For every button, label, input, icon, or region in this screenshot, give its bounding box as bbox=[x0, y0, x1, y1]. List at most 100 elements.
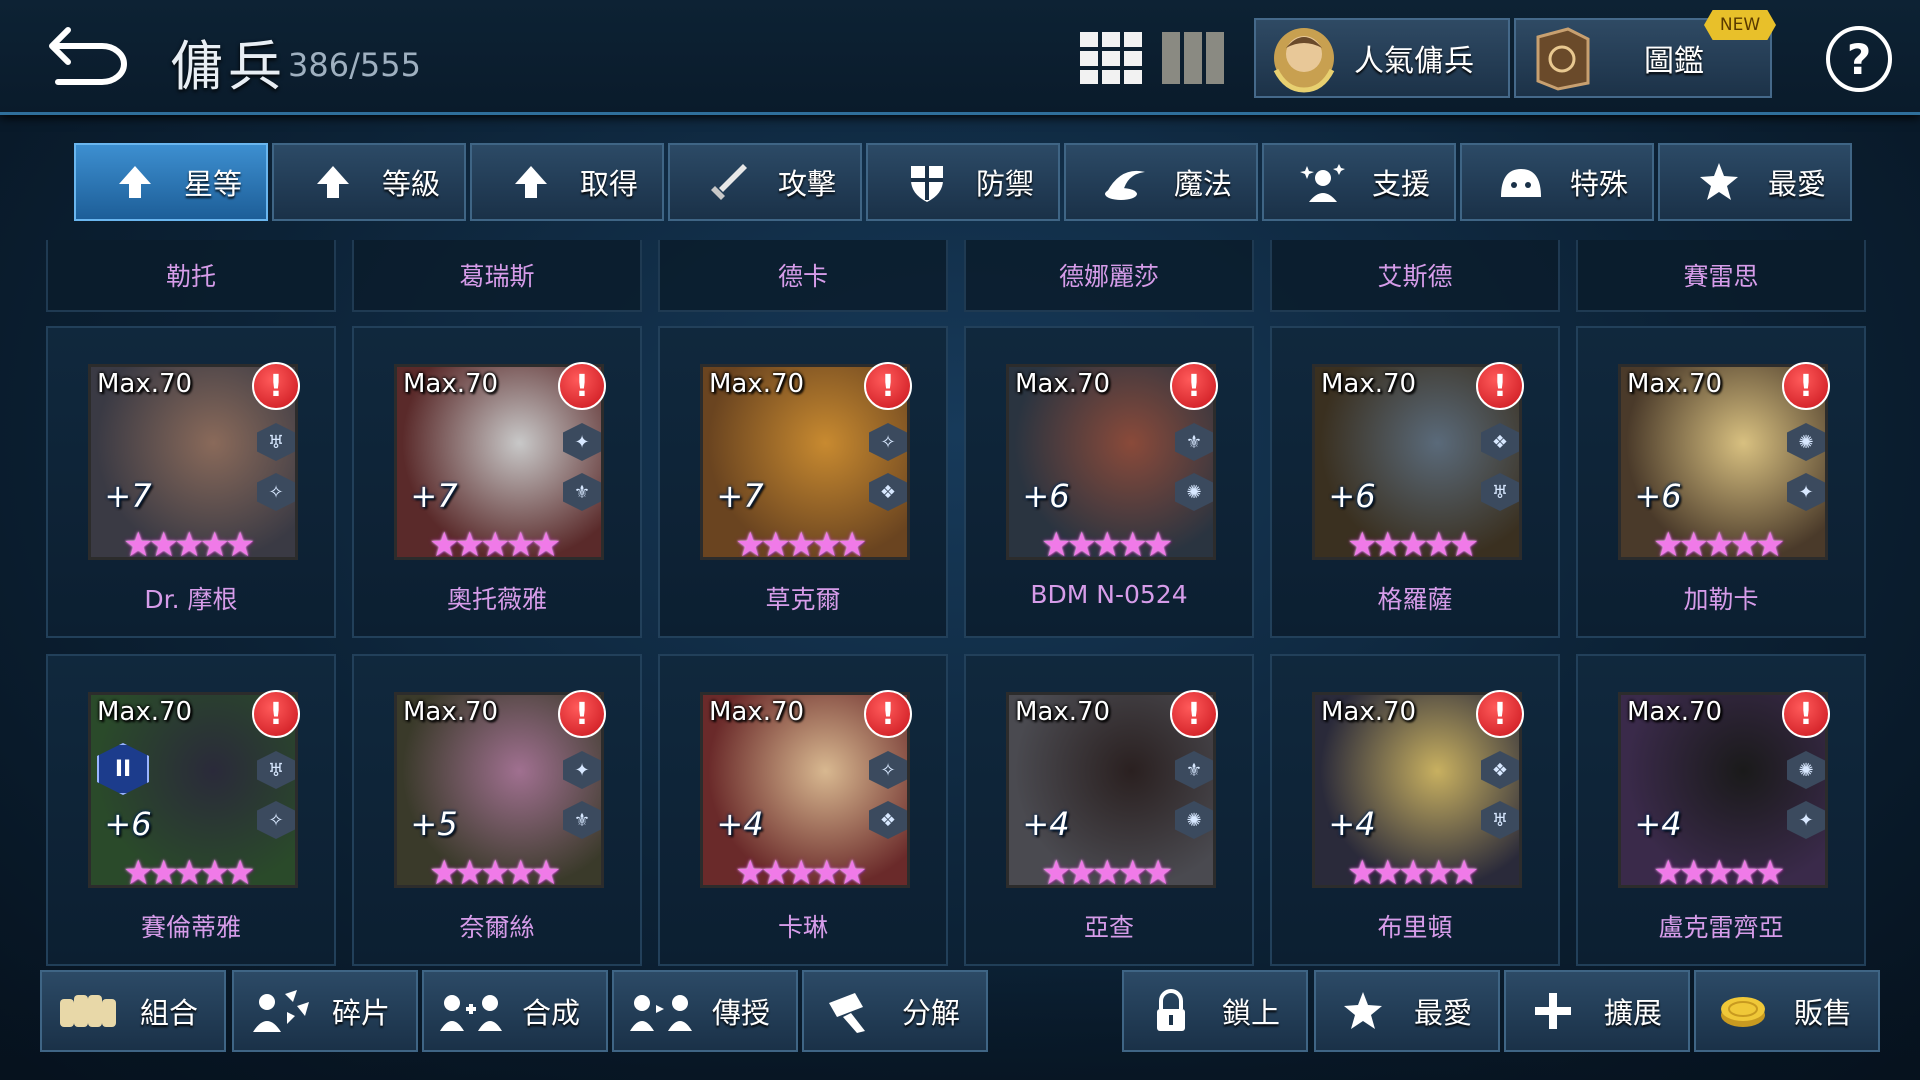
action-button-6[interactable]: 最愛 bbox=[1314, 970, 1500, 1052]
back-icon[interactable] bbox=[46, 20, 132, 90]
max-level-label: Max.70 bbox=[1321, 369, 1417, 399]
star-rating: ★★★★★ bbox=[1653, 853, 1785, 888]
action-button-7[interactable]: 擴展 bbox=[1504, 970, 1690, 1052]
enhance-badge: +5 bbox=[399, 799, 469, 849]
enhance-badge: +6 bbox=[93, 799, 163, 849]
sort-tab-0[interactable]: 星等 bbox=[74, 143, 268, 221]
mercenary-name: 加勒卡 bbox=[1683, 585, 1759, 614]
max-level-label: Max.70 bbox=[1015, 697, 1111, 727]
action-button-label: 鎖上 bbox=[1222, 996, 1281, 1030]
sort-tab-4[interactable]: 防禦 bbox=[866, 143, 1060, 221]
mercenary-card[interactable]: Max.70 ✧ ❖ +7 ★★★★★! 草克爾 bbox=[658, 326, 948, 638]
star-rating: ★★★★★ bbox=[1653, 525, 1785, 560]
help-button[interactable]: ? bbox=[1826, 26, 1892, 92]
star-rating: ★★★★★ bbox=[429, 525, 561, 560]
action-button-4[interactable]: 分解 bbox=[802, 970, 988, 1052]
enhance-badge: +4 bbox=[705, 799, 775, 849]
sort-tab-6[interactable]: 支援 bbox=[1262, 143, 1456, 221]
mercenary-card[interactable]: Max.70 ⚜ ✺ +4 ★★★★★! 亞查 bbox=[964, 654, 1254, 966]
sort-tab-7[interactable]: 特殊 bbox=[1460, 143, 1654, 221]
action-button-3[interactable]: 傳授 bbox=[612, 970, 798, 1052]
enhance-badge: +4 bbox=[1317, 799, 1387, 849]
book-icon bbox=[1536, 27, 1590, 91]
alert-icon: ! bbox=[864, 690, 912, 738]
star-rating: ★★★★★ bbox=[1041, 525, 1173, 560]
partial-card-name[interactable]: 勒托 bbox=[46, 240, 336, 312]
max-level-label: Max.70 bbox=[709, 697, 805, 727]
partial-card-name[interactable]: 艾斯德 bbox=[1270, 240, 1560, 312]
alert-icon: ! bbox=[1476, 690, 1524, 738]
sort-tab-label: 星等 bbox=[184, 167, 243, 201]
mercenary-card[interactable]: Max.70 ❖ ♅ +6 ★★★★★! 格羅薩 bbox=[1270, 326, 1560, 638]
enhance-badge: +6 bbox=[1011, 471, 1081, 521]
mercenary-name: 布里頓 bbox=[1377, 913, 1453, 942]
mercenary-card[interactable]: Max.70 ✺ ✦ +4 ★★★★★! 盧克雷齊亞 bbox=[1576, 654, 1866, 966]
max-level-label: Max.70 bbox=[1627, 369, 1723, 399]
sort-tab-3[interactable]: 攻擊 bbox=[668, 143, 862, 221]
mercenary-card[interactable]: Max.70 ✦ ⚜ +7 ★★★★★! 奧托薇雅 bbox=[352, 326, 642, 638]
mercenary-card[interactable]: Max.70 ✧ ❖ +4 ★★★★★! 卡琳 bbox=[658, 654, 948, 966]
grid-view-icon[interactable] bbox=[1080, 32, 1142, 84]
column-view-icon[interactable] bbox=[1162, 32, 1224, 84]
partial-card-name[interactable]: 德娜麗莎 bbox=[964, 240, 1254, 312]
alert-icon: ! bbox=[864, 362, 912, 410]
star-icon bbox=[1694, 157, 1744, 207]
gold-icon bbox=[1710, 986, 1776, 1036]
star-rating: ★★★★★ bbox=[1347, 853, 1479, 888]
codex-label: 圖鑑 bbox=[1644, 44, 1704, 79]
mercenary-card[interactable]: Max.70 ♅ ✧ +7 ★★★★★! Dr. 摩根 bbox=[46, 326, 336, 638]
partial-card-name[interactable]: 葛瑞斯 bbox=[352, 240, 642, 312]
star-rating: ★★★★★ bbox=[1347, 525, 1479, 560]
action-button-0[interactable]: 組合 bbox=[40, 970, 226, 1052]
action-button-2[interactable]: 合成 bbox=[422, 970, 608, 1052]
sort-tab-8[interactable]: 最愛 bbox=[1658, 143, 1852, 221]
enhance-badge: +7 bbox=[399, 471, 469, 521]
sort-tab-5[interactable]: 魔法 bbox=[1064, 143, 1258, 221]
star-rating: ★★★★★ bbox=[123, 525, 255, 560]
action-button-1[interactable]: 碎片 bbox=[232, 970, 418, 1052]
sort-tab-1[interactable]: 等級 bbox=[272, 143, 466, 221]
enhance-badge: +4 bbox=[1623, 799, 1693, 849]
mercenary-name: 盧克雷齊亞 bbox=[1658, 913, 1784, 942]
action-button-label: 分解 bbox=[902, 996, 961, 1030]
magic-icon bbox=[1100, 157, 1150, 207]
partial-card-name[interactable]: 德卡 bbox=[658, 240, 948, 312]
sort-tab-label: 取得 bbox=[580, 167, 639, 201]
disassemble-icon bbox=[818, 986, 884, 1036]
alert-icon: ! bbox=[252, 690, 300, 738]
alert-icon: ! bbox=[1782, 690, 1830, 738]
max-level-label: Max.70 bbox=[403, 697, 499, 727]
mercenary-name: 奈爾絲 bbox=[459, 913, 535, 942]
mercenary-card[interactable]: Max.70 ⚜ ✺ +6 ★★★★★! BDM N-0524 bbox=[964, 326, 1254, 638]
mercenary-card[interactable]: Max.70 II ♅ ✧ +6 ★★★★★! 賽倫蒂雅 bbox=[46, 654, 336, 966]
arrow-up-icon bbox=[506, 157, 556, 207]
mercenary-count: 386/555 bbox=[288, 46, 421, 84]
alert-icon: ! bbox=[1782, 362, 1830, 410]
alert-icon: ! bbox=[252, 362, 300, 410]
page-title: 傭兵 bbox=[170, 35, 286, 98]
star-icon bbox=[1330, 986, 1396, 1036]
mercenary-card[interactable]: Max.70 ❖ ♅ +4 ★★★★★! 布里頓 bbox=[1270, 654, 1560, 966]
mercenary-name: 奧托薇雅 bbox=[446, 585, 547, 614]
partial-card-name[interactable]: 賽雷思 bbox=[1576, 240, 1866, 312]
action-button-8[interactable]: 販售 bbox=[1694, 970, 1880, 1052]
alert-icon: ! bbox=[1170, 690, 1218, 738]
mercenary-name: 草克爾 bbox=[765, 585, 841, 614]
sort-tab-2[interactable]: 取得 bbox=[470, 143, 664, 221]
star-rating: ★★★★★ bbox=[735, 853, 867, 888]
popular-mercenary-label: 人氣傭兵 bbox=[1354, 44, 1474, 79]
party-icon bbox=[56, 986, 122, 1036]
popular-mercenary-button[interactable]: 人氣傭兵 bbox=[1254, 18, 1510, 98]
shield-icon bbox=[902, 157, 952, 207]
special-icon bbox=[1496, 157, 1546, 207]
mercenary-card[interactable]: Max.70 ✺ ✦ +6 ★★★★★! 加勒卡 bbox=[1576, 326, 1866, 638]
enhance-badge: +7 bbox=[705, 471, 775, 521]
new-badge: NEW bbox=[1704, 10, 1776, 40]
sort-tab-label: 攻擊 bbox=[778, 167, 837, 201]
transfer-icon bbox=[628, 986, 694, 1036]
support-icon bbox=[1298, 157, 1348, 207]
mercenary-card[interactable]: Max.70 ✦ ⚜ +5 ★★★★★! 奈爾絲 bbox=[352, 654, 642, 966]
sort-tab-label: 防禦 bbox=[976, 167, 1035, 201]
arrow-up-icon bbox=[308, 157, 358, 207]
action-button-5[interactable]: 鎖上 bbox=[1122, 970, 1308, 1052]
